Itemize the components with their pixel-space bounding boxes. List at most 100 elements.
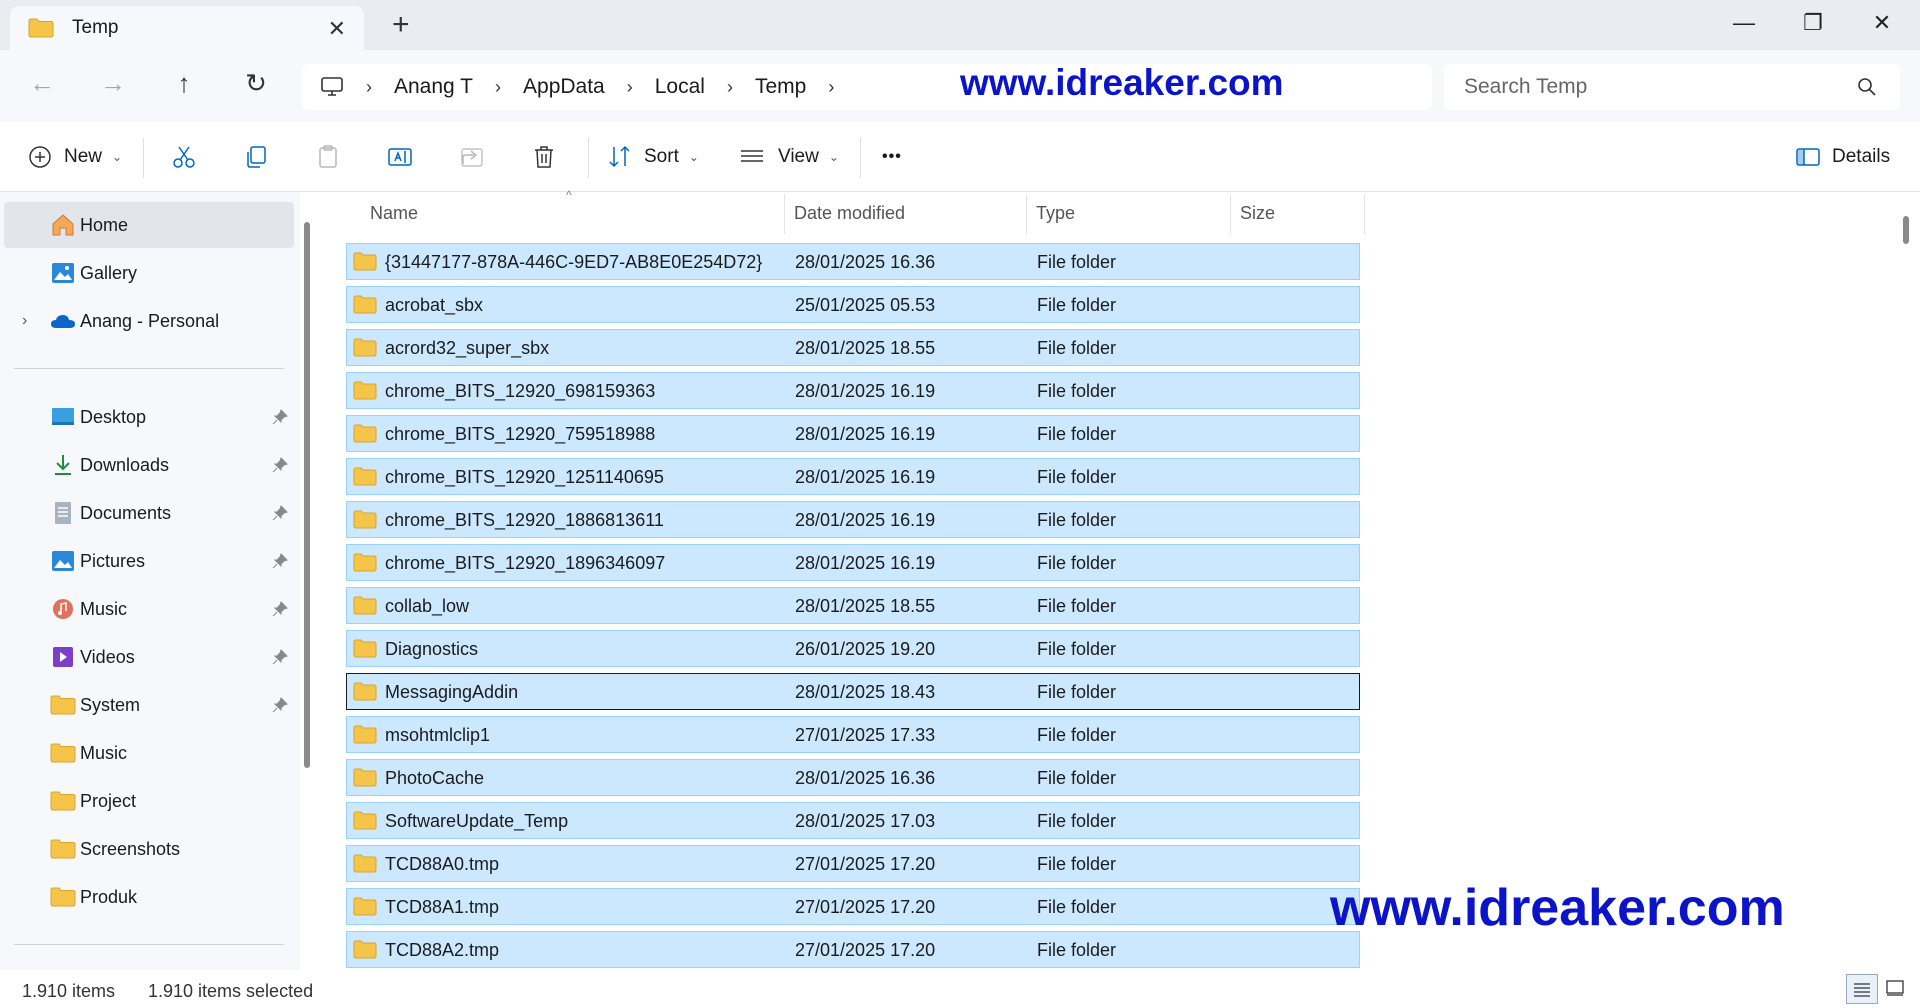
table-row[interactable]: acrord32_super_sbx 28/01/2025 18.55 File f… xyxy=(346,329,1360,366)
search-box[interactable] xyxy=(1444,64,1900,110)
details-view-button[interactable] xyxy=(1846,974,1878,1004)
breadcrumb-separator[interactable]: › xyxy=(828,77,834,98)
up-button[interactable]: ↑ xyxy=(164,68,204,104)
sort-button[interactable]: Sort ⌄ xyxy=(606,138,699,176)
tab-temp[interactable]: Temp ✕ xyxy=(10,6,364,50)
table-row[interactable]: SoftwareUpdate_Temp 28/01/2025 17.03 File … xyxy=(346,802,1360,839)
pin-icon[interactable] xyxy=(272,601,288,617)
breadcrumb-local[interactable]: Local xyxy=(655,75,705,99)
search-icon[interactable] xyxy=(1856,76,1878,98)
search-input[interactable] xyxy=(1464,72,1844,102)
breadcrumb-separator[interactable]: › xyxy=(627,77,633,98)
table-row[interactable]: chrome_BITS_12920_698159363 28/01/2025 16… xyxy=(346,372,1360,409)
table-row[interactable]: TCD88A1.tmp 27/01/2025 17.20 File folder xyxy=(346,888,1360,925)
table-row[interactable]: chrome_BITS_12920_1251140695 28/01/2025 1… xyxy=(346,458,1360,495)
folder-icon xyxy=(353,725,377,744)
pin-icon[interactable] xyxy=(272,505,288,521)
cut-button[interactable] xyxy=(170,138,198,176)
close-tab-icon[interactable]: ✕ xyxy=(328,16,346,42)
forward-button[interactable]: → xyxy=(93,68,133,104)
pin-icon[interactable] xyxy=(272,697,288,713)
sidebar-item-videos[interactable]: Videos xyxy=(4,634,294,680)
share-button[interactable] xyxy=(458,138,486,176)
table-row[interactable]: PhotoCache 28/01/2025 16.36 File folder xyxy=(346,759,1360,796)
breadcrumb-appdata[interactable]: AppData xyxy=(523,75,605,99)
more-options-button[interactable]: ••• xyxy=(882,138,902,176)
refresh-button[interactable]: ↻ xyxy=(236,68,276,104)
breadcrumb-anang[interactable]: Anang T xyxy=(394,75,473,99)
table-row[interactable]: chrome_BITS_12920_1896346097 28/01/2025 1… xyxy=(346,544,1360,581)
new-button[interactable]: New ⌄ xyxy=(26,138,122,176)
table-row[interactable]: chrome_BITS_12920_1886813611 28/01/2025 1… xyxy=(346,501,1360,538)
close-window-button[interactable]: ✕ xyxy=(1862,10,1902,36)
address-row: ← → ↑ ↻ › Anang T › AppData › Local › Te… xyxy=(0,50,1920,122)
sidebar-item-project[interactable]: Project xyxy=(4,778,294,824)
table-row[interactable]: acrobat_sbx 25/01/2025 05.53 File folder xyxy=(346,286,1360,323)
pin-icon[interactable] xyxy=(272,553,288,569)
sidebar-item-home[interactable]: Home xyxy=(4,202,294,248)
table-row[interactable]: msohtmlclip1 27/01/2025 17.33 File folder xyxy=(346,716,1360,753)
column-divider[interactable] xyxy=(1230,194,1231,234)
sidebar-item-label: Desktop xyxy=(80,406,147,427)
sidebar-scrollbar[interactable] xyxy=(304,222,310,768)
sidebar-item-pictures[interactable]: Pictures xyxy=(4,538,294,584)
sidebar-item-produk[interactable]: Produk xyxy=(4,874,294,920)
paste-button[interactable] xyxy=(314,138,342,176)
share-icon xyxy=(461,148,483,167)
breadcrumb-separator[interactable]: › xyxy=(366,77,372,98)
sort-icon xyxy=(609,145,630,168)
this-pc-icon[interactable] xyxy=(320,76,344,98)
column-header-type[interactable]: Type xyxy=(1036,192,1075,234)
plus-circle-icon xyxy=(29,146,51,168)
column-header-name[interactable]: Name xyxy=(370,192,418,234)
sidebar-item-downloads[interactable]: Downloads xyxy=(4,442,294,488)
sidebar-divider xyxy=(14,944,284,945)
table-row[interactable]: TCD88A0.tmp 27/01/2025 17.20 File folder xyxy=(346,845,1360,882)
back-button[interactable]: ← xyxy=(22,68,62,104)
minimize-button[interactable]: — xyxy=(1724,10,1764,36)
column-divider[interactable] xyxy=(1364,194,1365,234)
breadcrumb-temp[interactable]: Temp xyxy=(755,75,806,99)
sidebar-item-gallery[interactable]: Gallery xyxy=(4,250,294,296)
sidebar-item-desktop[interactable]: Desktop xyxy=(4,394,294,440)
pin-icon[interactable] xyxy=(272,457,288,473)
tiles-view-button[interactable] xyxy=(1886,980,1904,1001)
folder-icon xyxy=(353,252,377,271)
table-row[interactable]: collab_low 28/01/2025 18.55 File folder xyxy=(346,587,1360,624)
file-list-scrollbar[interactable] xyxy=(1903,216,1909,244)
pin-icon[interactable] xyxy=(272,649,288,665)
pin-icon[interactable] xyxy=(272,409,288,425)
sidebar-item-onedrive[interactable]: › Anang - Personal xyxy=(4,298,294,344)
column-header-date[interactable]: Date modified xyxy=(794,192,905,234)
new-tab-button[interactable]: + xyxy=(392,8,410,42)
sidebar-item-documents[interactable]: Documents xyxy=(4,490,294,536)
table-row[interactable]: {31447177-878A-446C-9ED7-AB8E0E254D72} 28… xyxy=(346,243,1360,280)
file-type: File folder xyxy=(1037,897,1117,917)
sidebar-item-system[interactable]: System xyxy=(4,682,294,728)
column-divider[interactable] xyxy=(1026,194,1027,234)
rename-icon xyxy=(388,148,412,166)
folder-icon xyxy=(353,553,377,572)
restore-button[interactable]: ❐ xyxy=(1793,10,1833,36)
file-list: Name ^ Date modified Type Size {31447177… xyxy=(320,188,1900,970)
delete-button[interactable] xyxy=(530,138,558,176)
sidebar-item-music-folder[interactable]: Music xyxy=(4,730,294,776)
sidebar-item-music[interactable]: Music xyxy=(4,586,294,632)
breadcrumb-separator[interactable]: › xyxy=(727,77,733,98)
table-row[interactable]: TCD88A2.tmp 27/01/2025 17.20 File folder xyxy=(346,931,1360,968)
sidebar-item-label: Produk xyxy=(80,886,138,907)
sidebar-item-screenshots[interactable]: Screenshots xyxy=(4,826,294,872)
table-row[interactable]: MessagingAddin 28/01/2025 18.43 File folde… xyxy=(346,673,1360,710)
column-header-size[interactable]: Size xyxy=(1240,192,1275,234)
breadcrumb-separator[interactable]: › xyxy=(495,77,501,98)
file-type: File folder xyxy=(1037,596,1117,616)
file-name: chrome_BITS_12920_1251140695 xyxy=(385,467,664,487)
chevron-right-icon[interactable]: › xyxy=(22,312,27,330)
table-row[interactable]: chrome_BITS_12920_759518988 28/01/2025 16… xyxy=(346,415,1360,452)
copy-button[interactable] xyxy=(242,138,270,176)
rename-button[interactable] xyxy=(386,138,414,176)
details-pane-button[interactable]: Details xyxy=(1794,138,1890,176)
view-button[interactable]: View ⌄ xyxy=(738,138,839,176)
column-divider[interactable] xyxy=(784,194,785,234)
table-row[interactable]: Diagnostics 26/01/2025 19.20 File folder xyxy=(346,630,1360,667)
